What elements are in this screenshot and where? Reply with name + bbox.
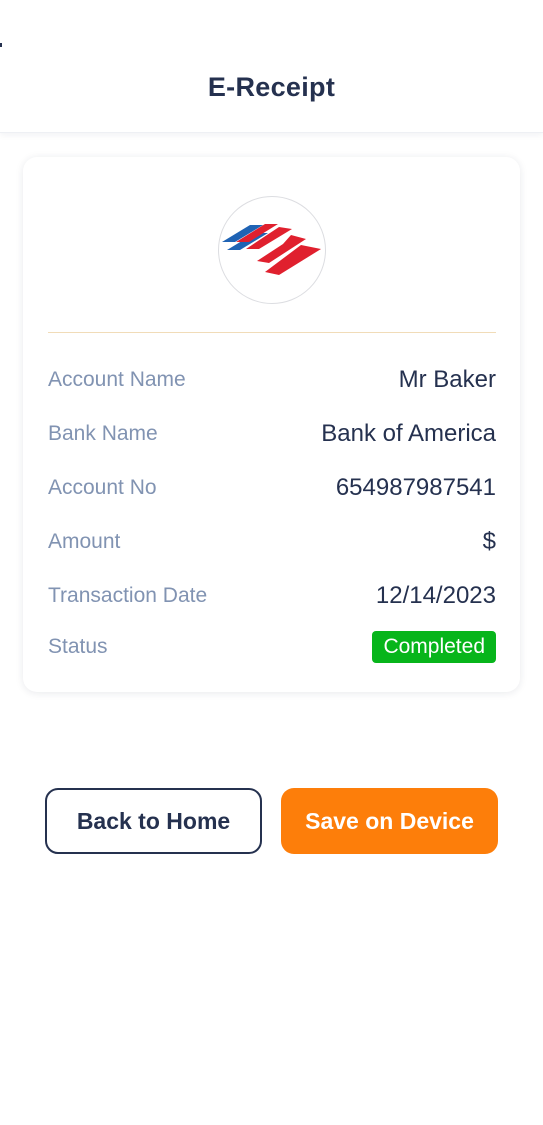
transaction-date-value: 12/14/2023 xyxy=(375,582,496,609)
back-arrow-edge-icon[interactable] xyxy=(0,43,2,47)
status-badge: Completed xyxy=(372,631,496,663)
detail-row-bank-name: Bank Name Bank of America xyxy=(48,414,496,454)
transaction-date-label: Transaction Date xyxy=(48,584,208,607)
receipt-card: Account Name Mr Baker Bank Name Bank of … xyxy=(23,157,520,692)
divider xyxy=(48,332,496,333)
back-to-home-button[interactable]: Back to Home xyxy=(45,788,262,854)
detail-row-amount: Amount $ xyxy=(48,522,496,562)
detail-row-account-name: Account Name Mr Baker xyxy=(48,360,496,400)
amount-label: Amount xyxy=(48,530,121,553)
account-name-value: Mr Baker xyxy=(398,366,496,393)
bank-of-america-logo-icon xyxy=(222,224,321,275)
account-no-value: 654987987541 xyxy=(335,474,496,501)
detail-row-transaction-date: Transaction Date 12/14/2023 xyxy=(48,576,496,616)
app-header: E-Receipt xyxy=(0,0,543,133)
detail-row-account-no: Account No 654987987541 xyxy=(48,468,496,508)
status-label: Status xyxy=(48,635,108,658)
amount-value: $ xyxy=(482,528,496,555)
bank-name-value: Bank of America xyxy=(321,420,496,447)
save-on-device-button[interactable]: Save on Device xyxy=(281,788,498,854)
bank-logo xyxy=(218,196,326,304)
account-name-label: Account Name xyxy=(48,368,186,391)
bank-name-label: Bank Name xyxy=(48,422,158,445)
detail-row-status: Status Completed xyxy=(48,627,496,667)
page-title: E-Receipt xyxy=(207,72,336,102)
account-no-label: Account No xyxy=(48,476,157,499)
